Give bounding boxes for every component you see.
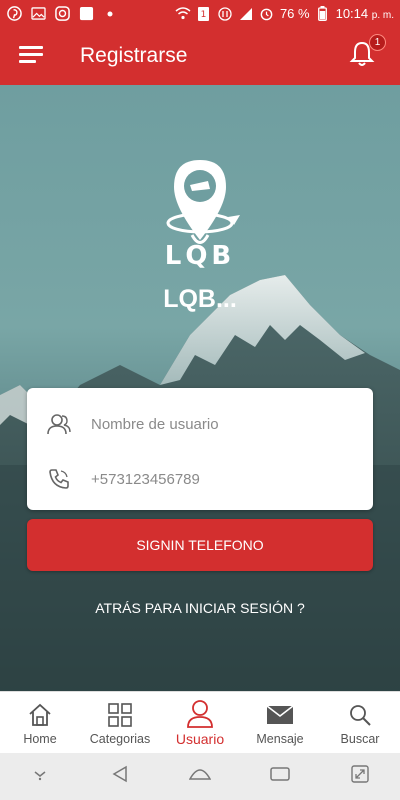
notification-badge: 1 — [369, 34, 386, 51]
nav-buscar-label: Buscar — [340, 731, 380, 746]
recents-icon — [270, 766, 290, 787]
expand-button[interactable] — [340, 757, 380, 797]
brand-name: LQB... — [163, 285, 237, 313]
pinterest-icon — [6, 6, 22, 22]
nav-mensaje[interactable]: Mensaje — [240, 692, 320, 753]
bell-icon — [348, 41, 376, 72]
app-bar: Registrarse 1 — [0, 27, 400, 85]
mail-icon — [266, 700, 294, 730]
users-icon — [27, 412, 91, 436]
signal-icon — [238, 6, 254, 22]
nav-categorias[interactable]: Categorias — [80, 692, 160, 753]
nav-usuario-label: Usuario — [175, 730, 225, 747]
nav-home[interactable]: Home — [0, 692, 80, 753]
nav-usuario[interactable]: Usuario — [160, 692, 240, 753]
home-button[interactable] — [180, 757, 220, 797]
nav-mensaje-label: Mensaje — [256, 731, 304, 746]
hamburger-icon — [19, 45, 43, 68]
back-button[interactable] — [100, 757, 140, 797]
battery-percent: 76 % — [279, 6, 310, 21]
recents-button[interactable] — [260, 757, 300, 797]
battery-icon — [315, 6, 331, 22]
dot-icon — [102, 6, 118, 22]
expand-icon — [351, 765, 369, 788]
chevron-down-icon — [32, 768, 48, 786]
image-icon — [30, 6, 46, 22]
phone-icon — [27, 468, 91, 490]
back-triangle-icon — [111, 765, 129, 788]
grid-icon — [107, 700, 133, 730]
wifi-icon — [175, 6, 191, 22]
notifications-button[interactable]: 1 — [348, 34, 386, 72]
hide-nav-button[interactable] — [20, 757, 60, 797]
clock-suffix: p. m. — [371, 10, 394, 21]
search-icon — [348, 700, 372, 730]
menu-button[interactable] — [0, 27, 62, 85]
back-to-login-link[interactable]: ATRÁS PARA INICIAR SESIÓN ? — [0, 600, 400, 616]
app-square-icon — [78, 6, 94, 22]
svg-text:1: 1 — [201, 10, 207, 20]
logo-text: LQB — [164, 241, 236, 271]
username-field — [27, 396, 373, 452]
signup-form — [27, 388, 373, 510]
bottom-navigation: Home Categorias Usuario Mensaje Buscar — [0, 691, 400, 753]
phone-input[interactable] — [91, 470, 351, 488]
nav-categorias-label: Categorias — [89, 731, 151, 746]
data-icon — [217, 6, 233, 22]
instagram-icon — [54, 6, 70, 22]
nav-buscar[interactable]: Buscar — [320, 692, 400, 753]
system-navigation-bar — [0, 753, 400, 800]
nav-home-label: Home — [23, 731, 57, 746]
clock-time: 10:14 — [335, 6, 369, 21]
phone-field — [27, 451, 373, 507]
status-bar: 1 76 % 10:14 p. m. — [0, 0, 400, 27]
username-input[interactable] — [91, 415, 351, 433]
hero-background: LQB LQB... SIGNIN TELEFONO ATRÁS PARA IN… — [0, 85, 400, 691]
user-icon — [186, 699, 214, 729]
sim-icon: 1 — [196, 6, 212, 22]
home-icon — [27, 700, 53, 730]
clock: 10:14 p. m. — [336, 6, 394, 21]
signin-phone-button[interactable]: SIGNIN TELEFONO — [27, 519, 373, 571]
page-title: Registrarse — [80, 44, 188, 67]
home-outline-icon — [188, 767, 212, 786]
alarm-icon — [259, 6, 275, 22]
